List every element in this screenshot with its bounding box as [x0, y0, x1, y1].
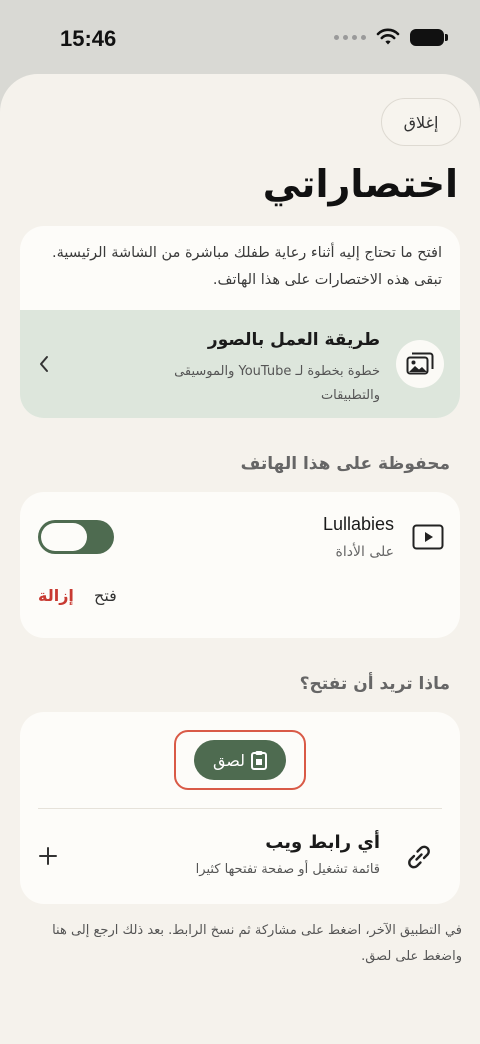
shortcut-title: Lullabies: [322, 514, 394, 534]
shortcut-subtitle: على الأداة: [335, 544, 394, 560]
web-link-subtitle: قائمة تشغيل أو صفحة تفتحها كثيرا: [195, 862, 380, 877]
wifi-icon: [376, 28, 400, 45]
photo-guide-title: طريقة العمل بالصور: [207, 330, 380, 350]
footer-note: في التطبيق الآخر، اضغط على مشاركة ثم نسخ…: [52, 923, 462, 964]
web-link-title: أي رابط ويب: [265, 832, 380, 853]
add-web-link-icon[interactable]: [38, 846, 58, 866]
saved-shortcut-card: Lullabies على الأداة إزالة فتح: [20, 492, 460, 638]
clipboard-icon: [251, 751, 268, 770]
paste-label: لصق: [212, 750, 246, 770]
status-bar: 15:46: [0, 0, 480, 72]
open-button[interactable]: فتح: [94, 586, 117, 605]
remove-button[interactable]: إزالة: [38, 586, 74, 605]
shortcuts-sheet: إغلاق اختصاراتي افتح ما تحتاج إليه أثناء…: [0, 74, 480, 1044]
photo-guide-icon-wrap: [396, 340, 444, 388]
close-button[interactable]: إغلاق: [381, 98, 461, 146]
status-time: 15:46: [60, 26, 117, 51]
status-icons: [334, 28, 448, 46]
widget-toggle[interactable]: [38, 520, 114, 554]
photos-icon: [406, 352, 434, 375]
photo-guide-row[interactable]: طريقة العمل بالصور خطوة بخطوة لـ YouTube…: [20, 310, 460, 418]
page-title: اختصاراتي: [262, 162, 458, 206]
toggle-knob: [41, 523, 87, 551]
divider: [38, 808, 442, 809]
battery-icon: [410, 28, 448, 46]
paste-button[interactable]: لصق: [194, 740, 286, 780]
open-card: لصق أي رابط ويب قائمة تشغيل أو صفحة تفتح…: [20, 712, 460, 904]
open-section-heading: ماذا تريد أن تفتح؟: [299, 674, 450, 694]
photo-guide-subtitle: خطوة بخطوة لـ YouTube والموسيقى والتطبيق…: [174, 364, 380, 403]
intro-card: افتح ما تحتاج إليه أثناء رعاية طفلك مباش…: [20, 226, 460, 418]
intro-description: افتح ما تحتاج إليه أثناء رعاية طفلك مباش…: [52, 245, 442, 288]
chevron-left-icon: [40, 356, 48, 372]
play-video-icon: [412, 524, 444, 550]
saved-section-heading: محفوظة على هذا الهاتف: [240, 454, 450, 474]
link-icon: [408, 845, 430, 869]
signal-dots-icon: [334, 34, 366, 40]
